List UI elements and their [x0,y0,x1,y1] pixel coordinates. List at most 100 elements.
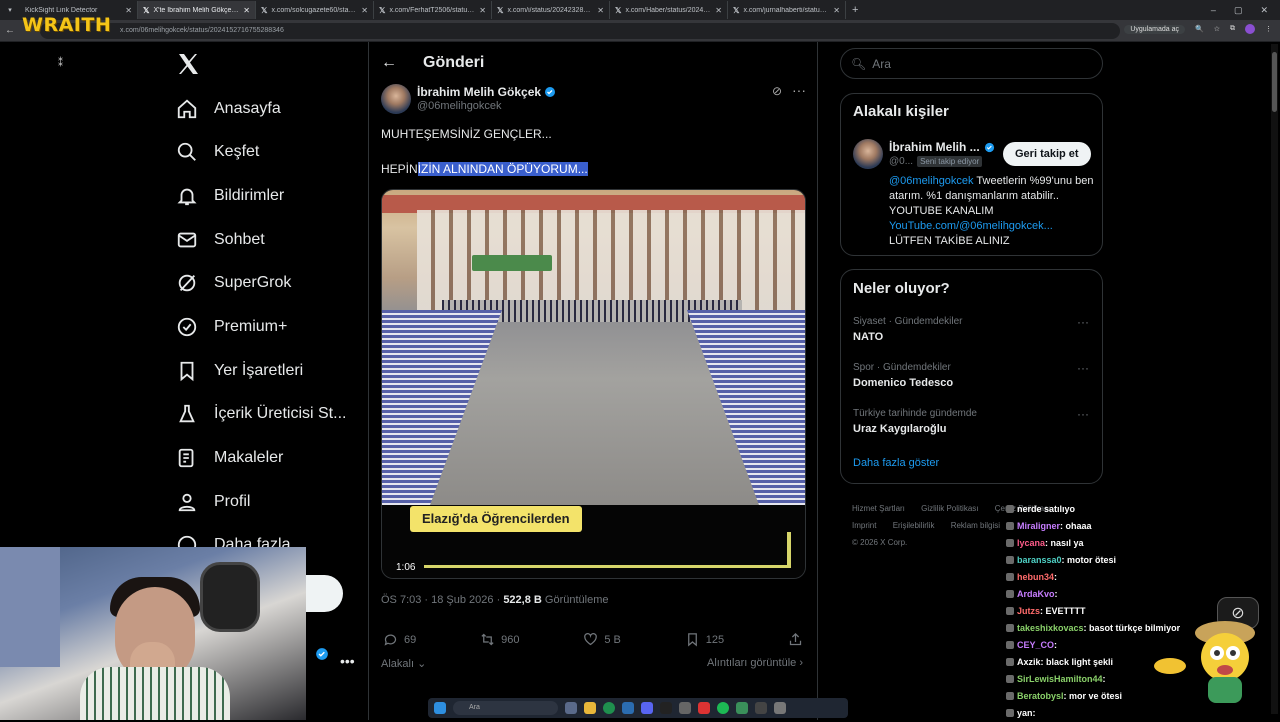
app-icon[interactable] [679,702,691,714]
windows-start-icon[interactable] [434,702,446,714]
zoom-icon[interactable]: 🔍 [1195,25,1204,33]
bookmark-button[interactable]: 125 [685,632,724,647]
chat-message: Miraligner: ohaaa [1006,518,1276,535]
view-quotes-link[interactable]: Alıntıları görüntüle › [707,657,803,669]
nav-label: Makaleler [214,449,284,466]
share-icon [789,632,802,646]
close-icon[interactable]: ✕ [361,6,368,15]
new-tab-icon[interactable]: + [846,4,864,16]
close-icon[interactable]: ✕ [243,6,250,15]
trend-more-icon[interactable]: ··· [1077,315,1089,329]
app-icon[interactable] [736,702,748,714]
chrome-icon[interactable] [603,702,615,714]
trend-more-icon[interactable]: ··· [1077,361,1089,375]
nav-item-supergrok[interactable]: SuperGrok [176,268,291,298]
video-seek-bar[interactable] [424,565,789,568]
video-seek-handle[interactable] [787,532,791,568]
chat-badge-icon [1006,692,1014,700]
post-text-line: MUHTEŞEMSİNİZ GENÇLER... [381,127,552,141]
address-bar: ← x.com/06melihgokcek/status/20241527167… [0,20,1280,42]
chat-text: : EVETTTT [1040,606,1086,616]
obs-icon[interactable] [755,702,767,714]
avatar[interactable] [853,139,883,169]
footer-link[interactable]: Reklam bilgisi [951,521,1000,530]
post-timestamp[interactable]: ÖS 7:03 · 18 Şub 2026 · [381,594,503,606]
follow-back-button[interactable]: Geri takip et [1003,142,1091,166]
browser-tab-active[interactable]: 𝕏 X'te İbrahim Melih Gökçek: "M ✕ [138,1,256,19]
footer-link[interactable]: Erişilebilirlik [893,521,935,530]
share-button[interactable] [788,632,803,647]
show-more-link[interactable]: Daha fazla göster [853,457,939,469]
profile-avatar[interactable] [1245,24,1255,34]
task-view-icon[interactable] [565,702,577,714]
close-icon[interactable]: ✕ [715,6,722,15]
app-icon[interactable] [660,702,672,714]
repost-button[interactable]: 960 [480,632,519,647]
back-arrow-icon[interactable]: ← [381,54,397,72]
search-input[interactable]: 🔍︎ Ara [840,48,1103,79]
close-icon[interactable]: ✕ [479,6,486,15]
browser-tab[interactable]: 𝕏x.com/solcugazete60/status/20 ✕ [256,1,374,19]
grok-icon[interactable]: ⊘ [772,84,782,98]
trend-item[interactable]: Siyaset · Gündemdekiler NATO [853,316,963,343]
footer-link[interactable]: Imprint [852,521,876,530]
reply-button[interactable]: 69 [383,632,416,647]
app-icon[interactable] [698,702,710,714]
spotify-icon[interactable] [717,702,729,714]
extensions-icon[interactable]: ⧉ [1230,25,1235,33]
chat-message: baranssa0: motor ötesi [1006,552,1276,569]
account-menu-icon[interactable]: ••• [340,653,355,669]
discord-icon[interactable] [641,702,653,714]
x-favicon-icon: 𝕏 [261,5,268,15]
browser-tab[interactable]: 𝕏x.com/Haber/status/20244122 ✕ [610,1,728,19]
like-button[interactable]: 5 B [583,632,621,647]
close-icon[interactable]: ✕ [597,6,604,15]
star-icon[interactable]: ☆ [1214,25,1220,33]
scrollbar-track[interactable] [1271,44,1278,714]
back-arrow-icon[interactable]: ← [0,25,20,36]
nav-item-notifications[interactable]: Bildirimler [176,181,284,211]
trend-item[interactable]: Türkiye tarihinde gündemde Uraz Kaygılaro… [853,408,977,435]
footer-link[interactable]: Hizmet Şartları [852,504,905,513]
nav-item-articles[interactable]: Makaleler [176,443,283,473]
author-avatar[interactable] [381,84,411,114]
bio-link[interactable]: YouTube.com/@06melihgokcek... [889,220,1053,232]
browser-tab[interactable]: 𝕏x.com/jurnalhaberti/status/202 ✕ [728,1,846,19]
more-options-icon[interactable]: ··· [792,82,806,98]
url-field[interactable]: x.com/06melihgokcek/status/2024152716755… [40,23,1120,39]
minimize-icon[interactable]: – [1211,5,1216,16]
author-handle[interactable]: @06melihgokcek [417,100,502,112]
maximize-icon[interactable]: ▢ [1234,5,1243,16]
close-icon[interactable]: ✕ [833,6,840,15]
file-explorer-icon[interactable] [584,702,596,714]
bio-mention[interactable]: @06melihgokcek [889,175,974,187]
x-logo-icon[interactable] [176,52,200,76]
video-player[interactable]: Elazığ'da Öğrencilerden 1:06 [381,189,806,579]
open-in-app-button[interactable]: Uygulamada aç [1124,24,1185,34]
nav-item-creator-studio[interactable]: İçerik Üreticisi St... [176,399,346,429]
scrollbar-thumb[interactable] [1272,52,1277,112]
taskbar-search[interactable]: Ara [453,701,558,715]
browser-tab[interactable]: 𝕏x.com/i/status/2024232873922 ✕ [492,1,610,19]
footer-link[interactable]: Gizlilik Politikası [921,504,978,513]
nav-item-messages[interactable]: Sohbet [176,225,265,255]
related-person-name[interactable]: İbrahim Melih ... [889,140,995,154]
nav-item-home[interactable]: Anasayfa [176,94,281,124]
nav-label: Profil [214,493,251,510]
browser-tab[interactable]: 𝕏x.com/FerhatT2506/status/2024 ✕ [374,1,492,19]
nav-item-premium[interactable]: Premium+ [176,312,287,342]
tab-menu-icon[interactable]: ▾ [0,0,20,20]
trends-card: Neler oluyor? Siyaset · Gündemdekiler NAT… [840,269,1103,484]
relevance-dropdown[interactable]: Alakalı ⌄ [381,657,426,670]
app-icon[interactable] [774,702,786,714]
author-name-row[interactable]: İbrahim Melih Gökçek [417,85,556,99]
nav-item-explore[interactable]: Keşfet [176,137,259,167]
trend-more-icon[interactable]: ··· [1077,407,1089,421]
trend-item[interactable]: Spor · Gündemdekiler Domenico Tedesco [853,362,953,389]
close-icon[interactable]: ✕ [125,6,132,15]
close-window-icon[interactable]: ✕ [1260,5,1268,16]
nav-item-bookmarks[interactable]: Yer İşaretleri [176,356,303,386]
edge-icon[interactable] [622,702,634,714]
menu-icon[interactable]: ⋮ [1265,25,1272,33]
nav-item-profile[interactable]: Profil [176,487,250,517]
